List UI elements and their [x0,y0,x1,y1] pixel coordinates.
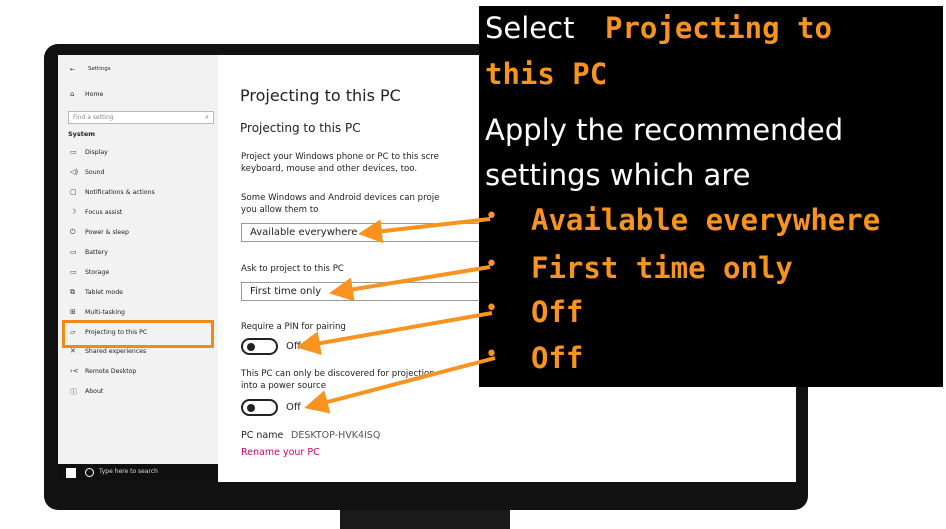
bullet-first-time-only: First time only [531,251,793,285]
search-placeholder: Find a setting [73,114,114,121]
pc-name-value: DESKTOP-HVK4ISQ [291,430,381,441]
home-icon: ⌂ [70,90,75,98]
availability-label-2: you allow them to [241,205,319,215]
sidebar-item-multitasking[interactable]: ⊞ Multi-tasking [58,305,218,321]
sidebar-item-about[interactable]: ⓘ About [58,384,218,400]
sidebar-item-label: Home [85,91,104,98]
sidebar-item-label: Display [85,149,108,156]
sidebar-item-tablet-mode[interactable]: ⧉ Tablet mode [58,285,218,301]
section-title: Projecting to this PC [240,121,361,135]
multitasking-icon: ⊞ [70,308,76,316]
toggle-knob [247,404,255,412]
instruction-target-1: Projecting to [605,11,832,45]
sidebar-item-label: Storage [85,269,110,276]
cortana-icon[interactable] [85,468,94,477]
sidebar-item-label: Multi-tasking [85,309,125,316]
settings-sidebar: ← Settings ⌂ Home Find a setting ⌕ Syste… [58,55,218,482]
toggle-knob [247,343,255,351]
section-heading: System [68,130,96,138]
sidebar-item-label: Notifications & actions [85,189,155,196]
sidebar-item-label: About [85,388,104,395]
power-label-2: into a power source [241,381,327,391]
tablet-icon: ⧉ [70,288,75,296]
pin-toggle-state: Off [286,341,301,352]
pin-label: Require a PIN for pairing [241,322,346,332]
page-title: Projecting to this PC [240,86,401,105]
bullet-icon: • [485,252,498,277]
sound-icon: ◁) [70,168,79,176]
bullet-icon: • [485,204,498,229]
pc-name-label: PC name [241,430,284,441]
sidebar-item-label: Sound [85,169,105,176]
info-icon: ⓘ [70,388,77,396]
bullet-off-pin: Off [531,295,584,329]
sidebar-item-label: Power & sleep [85,229,129,236]
bullet-off-power: Off [531,341,584,375]
storage-icon: ▭ [70,268,77,276]
description-line-1: Project your Windows phone or PC to this… [241,152,439,162]
display-icon: ▭ [70,148,77,156]
app-title: Settings [88,66,111,72]
pin-toggle[interactable] [241,338,278,355]
battery-icon: ▭ [70,248,77,256]
power-toggle[interactable] [241,399,278,416]
ask-label: Ask to project to this PC [241,264,344,274]
power-label-1: This PC can only be discovered for proje… [241,369,435,379]
description-line-2: keyboard, mouse and other devices, too. [241,164,418,174]
availability-label-1: Some Windows and Android devices can pro… [241,193,440,203]
sidebar-item-label: Shared experiences [85,348,147,355]
bullet-available-everywhere: Available everywhere [531,203,881,237]
instruction-select: Select [485,11,575,45]
shared-icon: ✕ [70,347,76,355]
ask-value: First time only [250,286,322,297]
bullet-icon: • [485,296,498,321]
notifications-icon: ▢ [70,188,77,196]
taskbar: Type here to search [58,464,218,482]
power-icon: ⏻ [70,228,76,236]
search-input[interactable]: Find a setting ⌕ [68,111,214,124]
rename-pc-link[interactable]: Rename your PC [241,447,320,458]
sidebar-item-sound[interactable]: ◁) Sound [58,165,218,181]
sidebar-item-power-sleep[interactable]: ⏻ Power & sleep [58,225,218,241]
sidebar-item-storage[interactable]: ▭ Storage [58,265,218,281]
instruction-apply: Apply the recommended [485,113,844,147]
sidebar-item-notifications[interactable]: ▢ Notifications & actions [58,185,218,201]
sidebar-item-remote-desktop[interactable]: ›< Remote Desktop [58,364,218,380]
instruction-panel: Select Projecting to this PC Apply the r… [479,6,943,387]
instruction-settings: settings which are [485,158,751,192]
power-toggle-state: Off [286,402,301,413]
moon-icon: ☽ [70,208,77,216]
windows-start-icon[interactable] [66,468,76,478]
instruction-target-2: this PC [485,57,608,91]
sidebar-item-label: Tablet mode [85,289,123,296]
availability-value: Available everywhere [250,227,358,238]
back-arrow-icon[interactable]: ← [70,66,75,73]
sidebar-item-label: Battery [85,249,108,256]
availability-dropdown[interactable]: Available everywhere [241,223,481,242]
sidebar-item-home[interactable]: ⌂ Home [58,87,218,103]
sidebar-item-battery[interactable]: ▭ Battery [58,245,218,261]
sidebar-item-label: Remote Desktop [85,368,137,375]
search-icon: ⌕ [205,113,209,121]
sidebar-item-focus-assist[interactable]: ☽ Focus assist [58,205,218,221]
selection-highlight-box [62,320,214,348]
sidebar-item-display[interactable]: ▭ Display [58,145,218,161]
sidebar-item-label: Focus assist [85,209,123,216]
remote-desktop-icon: ›< [70,367,79,375]
taskbar-search[interactable]: Type here to search [99,468,158,475]
monitor-stand [340,508,510,529]
bullet-icon: • [485,342,498,367]
ask-dropdown[interactable]: First time only [241,282,481,301]
